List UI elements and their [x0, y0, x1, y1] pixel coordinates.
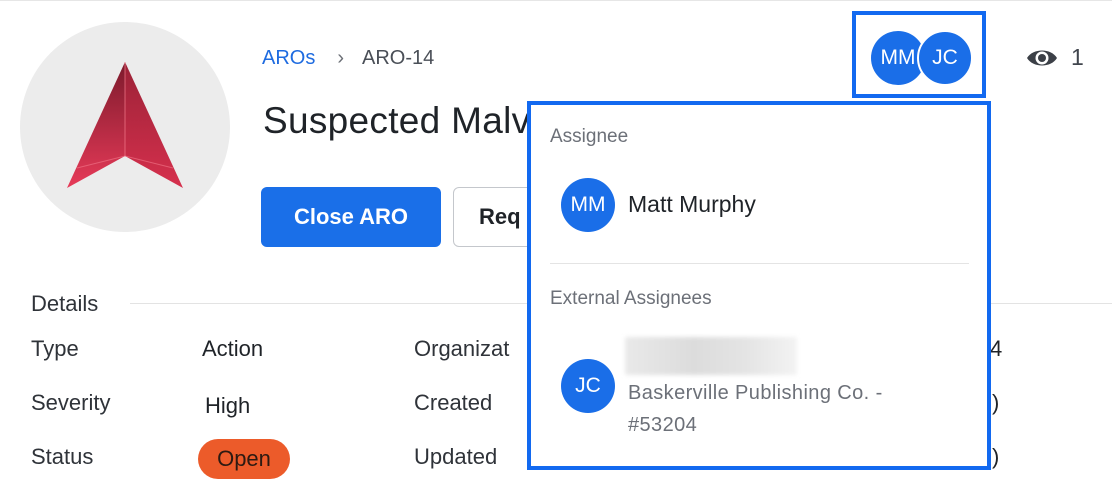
arrow-logo-icon: [67, 61, 183, 188]
details-heading: Details: [31, 291, 99, 316]
type-label: Type: [31, 336, 79, 361]
status-badge: Open: [198, 439, 290, 479]
severity-value: High: [205, 393, 251, 418]
close-aro-button[interactable]: Close ARO: [261, 187, 441, 247]
organization-value-fragment: 4: [990, 336, 1003, 361]
avatar-jc: JC: [917, 30, 973, 86]
updated-value-fragment: ): [992, 444, 1000, 469]
eye-icon: [1027, 50, 1057, 66]
org-line-1: Baskerville Publishing Co. -: [628, 382, 883, 404]
breadcrumb-current: ARO-14: [362, 47, 435, 69]
external-assignee-org: Baskerville Publishing Co. - #53204: [628, 377, 948, 441]
org-line-2: #53204: [628, 414, 698, 436]
assignee-name: Matt Murphy: [628, 191, 756, 217]
created-value-fragment: ): [992, 390, 1000, 415]
redacted-name: [625, 337, 797, 375]
external-assignee-avatar: JC: [561, 359, 615, 413]
viewer-count: 1: [1071, 44, 1084, 70]
assignees-avatar-group[interactable]: MM JC: [852, 11, 986, 98]
assignees-dropdown: Assignee MM Matt Murphy External Assigne…: [527, 101, 991, 470]
updated-label: Updated: [414, 444, 498, 469]
organization-logo: [20, 22, 230, 232]
page-title: Suspected Malv: [263, 100, 531, 141]
breadcrumb-chevron-icon: ›: [337, 47, 345, 69]
external-assignees-heading: External Assignees: [550, 288, 712, 309]
severity-label: Severity: [31, 390, 111, 415]
status-label: Status: [31, 444, 94, 469]
top-divider: [0, 0, 1112, 1]
breadcrumb: AROs › ARO-14: [262, 47, 434, 70]
organization-label: Organizat: [414, 336, 510, 361]
created-label: Created: [414, 390, 493, 415]
dropdown-divider: [550, 263, 969, 264]
breadcrumb-aros-link[interactable]: AROs: [262, 47, 315, 70]
assignee-heading: Assignee: [550, 126, 629, 147]
assignee-avatar: MM: [561, 178, 615, 232]
type-value: Action: [202, 336, 264, 361]
